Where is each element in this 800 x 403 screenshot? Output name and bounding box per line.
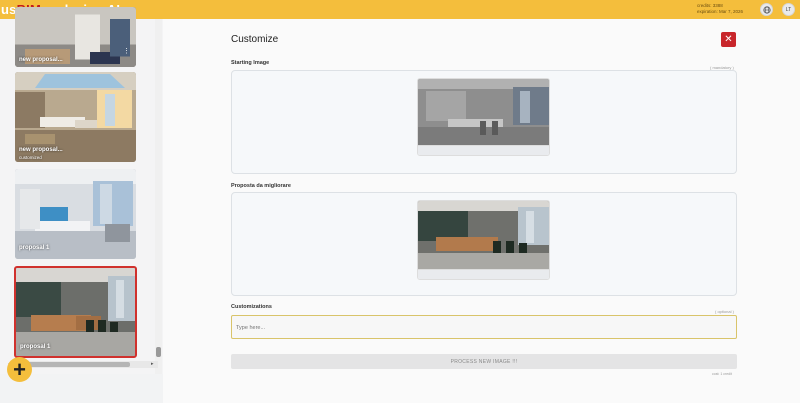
scrollbar-thumb[interactable] [15, 362, 130, 367]
user-avatar[interactable]: LT [782, 3, 795, 16]
proposal-to-improve-label: Proposta da migliorare [231, 183, 291, 189]
process-image-button[interactable]: PROCESS NEW IMAGE !!! [231, 354, 737, 369]
credits-info: credits: 3388 expiration: Mar 7, 2026 [697, 3, 743, 15]
preview-footer [418, 269, 549, 279]
proposal-card-selected[interactable]: proposal 1 [14, 266, 137, 358]
panel-title: Customize [231, 34, 279, 45]
customizations-input[interactable] [232, 317, 736, 339]
customizations-field[interactable] [231, 315, 737, 339]
sidebar-vertical-scrollbar[interactable] [155, 19, 162, 374]
card-title: new proposal... [19, 147, 63, 153]
proposal-card[interactable]: proposal 1 [15, 169, 136, 259]
starting-image-thumbnail [418, 79, 549, 145]
scrollbar-thumb[interactable] [156, 347, 161, 357]
cost-note: cost: 1 credit [712, 372, 732, 376]
card-subtitle: customized [19, 155, 42, 160]
starting-image-preview[interactable] [417, 78, 550, 156]
optional-hint: ( optional ) [715, 309, 734, 314]
starting-image-label: Starting Image [231, 60, 270, 66]
starting-image-dropzone[interactable] [231, 70, 737, 174]
proposal-card[interactable]: ⋮ new proposal... [15, 7, 136, 67]
globe-icon[interactable] [760, 3, 773, 16]
sidebar-horizontal-scrollbar[interactable]: ◂ ▸ [8, 361, 158, 368]
proposal-image-thumbnail [418, 201, 549, 269]
customizations-label: Customizations [231, 304, 272, 310]
proposal-image-preview[interactable] [417, 200, 550, 280]
expiration-date: expiration: Mar 7, 2026 [697, 9, 744, 14]
plus-icon: + [13, 356, 26, 382]
more-icon[interactable]: ⋮ [123, 47, 130, 55]
proposal-card[interactable]: new proposal... customized [15, 72, 136, 162]
proposal-dropzone[interactable] [231, 192, 737, 296]
close-icon: ✕ [724, 34, 733, 45]
customize-panel: Customize ✕ Starting Image ( mandatory )… [163, 19, 800, 403]
close-button[interactable]: ✕ [721, 32, 736, 47]
preview-footer [418, 145, 549, 155]
user-initials: LT [785, 6, 792, 13]
proposals-sidebar: ⋮ new proposal... new proposal... custom… [0, 7, 163, 374]
card-title: proposal 1 [20, 344, 51, 350]
card-title: proposal 1 [19, 245, 50, 251]
add-proposal-button[interactable]: + [7, 357, 32, 382]
scroll-right-icon[interactable]: ▸ [151, 361, 154, 368]
card-title: new proposal... [19, 57, 63, 63]
